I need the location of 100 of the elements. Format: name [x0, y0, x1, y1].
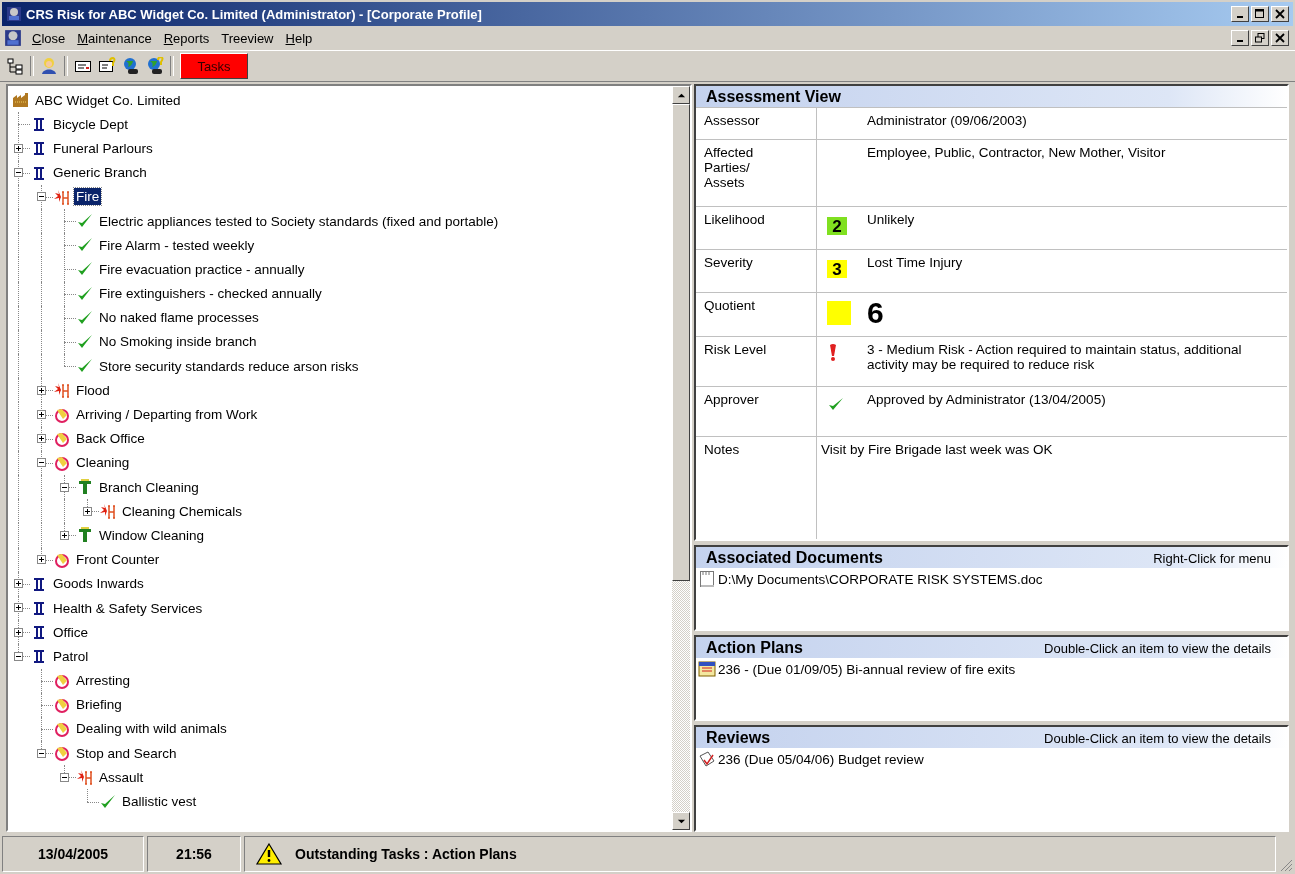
tree-item[interactable]: Goods Inwards [51, 575, 146, 593]
list-item[interactable]: 236 - (Due 01/09/05) Bi-annual review of fire exits [718, 661, 1016, 677]
minimize-button[interactable] [1231, 6, 1249, 22]
expander-button[interactable] [60, 772, 69, 782]
tree-item[interactable]: Bicycle Dept [51, 115, 131, 133]
minimize-button[interactable] [1231, 30, 1249, 46]
list-item[interactable]: D:\My Documents\CORPORATE RISK SYSTEMS.doc [718, 571, 1043, 587]
field-value: Lost Time Injury [867, 255, 963, 270]
expander-button[interactable] [14, 143, 23, 153]
close-icon [1275, 33, 1285, 43]
status-message: Outstanding Tasks : Action Plans [295, 846, 517, 862]
menu-item[interactable]: Reports [157, 28, 216, 48]
tree-item[interactable]: Fire [74, 188, 102, 206]
tree-item[interactable]: Fire evacuation practice - annually [97, 260, 307, 278]
field-value: 3 - Medium Risk - Action required to maintain status, additional activity may be required to reduce risk [867, 342, 1242, 372]
globe-icon[interactable] [122, 57, 140, 75]
field-label: Affected Parties/ Assets [704, 145, 754, 190]
list-item[interactable]: 236 (Due 05/04/06) Budget review [718, 751, 924, 767]
tree-item[interactable]: No naked flame processes [97, 309, 261, 327]
factory-icon [12, 91, 30, 110]
tree-item[interactable]: Window Cleaning [97, 526, 207, 544]
tree-item[interactable]: Arresting [74, 672, 133, 690]
tree-item[interactable]: Front Counter [74, 551, 162, 569]
resize-grip-icon[interactable] [1279, 858, 1293, 872]
expander-button[interactable] [37, 192, 46, 202]
field-value: Visit by Fire Brigade last week was OK [821, 442, 1053, 457]
tag-circle-icon [53, 744, 71, 763]
panel-title: Reviews [706, 729, 771, 747]
field-label: Approver [704, 392, 759, 407]
calendar-icon [698, 660, 716, 678]
card-question-icon[interactable] [98, 57, 116, 75]
menu-item[interactable]: Maintenance [71, 28, 158, 48]
expander-button[interactable] [14, 603, 23, 613]
tree-item[interactable]: Store security standards reduce arson risks [97, 357, 361, 375]
hazard-icon [99, 502, 117, 521]
tree-item[interactable]: Fire Alarm - tested weekly [97, 236, 257, 254]
expander-button[interactable] [37, 555, 46, 565]
expander-button[interactable] [37, 458, 46, 468]
menu-item[interactable]: Close [26, 28, 72, 48]
document-icon [698, 570, 716, 588]
panel-title: Associated Documents [706, 549, 883, 567]
tree-item[interactable]: ABC Widget Co. Limited [33, 91, 183, 109]
scroll-down-button[interactable] [672, 812, 690, 830]
expander-button[interactable] [14, 168, 23, 178]
expander-button[interactable] [60, 482, 69, 492]
hazard-icon [53, 381, 71, 400]
tasks-button[interactable]: Tasks [180, 53, 248, 79]
restore-button[interactable] [1251, 30, 1269, 46]
scroll-thumb[interactable] [672, 104, 690, 581]
warning-icon [255, 843, 283, 865]
expander-button[interactable] [37, 748, 46, 758]
expander-button[interactable] [37, 409, 46, 419]
person-icon[interactable] [40, 57, 58, 75]
globe-question-icon[interactable] [146, 57, 164, 75]
tree-item[interactable]: Assault [97, 768, 146, 786]
window-title: CRS Risk for ABC Widget Co. Limited (Administrator) - [Corporate Profile] [26, 6, 483, 22]
scroll-up-button[interactable] [672, 86, 690, 104]
tree-item[interactable]: Arriving / Departing from Work [74, 406, 260, 424]
menu-item[interactable]: Help [279, 28, 319, 48]
expander-button[interactable] [60, 530, 69, 540]
tree-item[interactable]: No Smoking inside branch [97, 333, 259, 351]
maximize-icon [1255, 9, 1265, 19]
close-button[interactable] [1271, 6, 1289, 22]
tree-item[interactable]: Patrol [51, 647, 91, 665]
expander-button[interactable] [83, 506, 92, 516]
panel-title: Assessment View [706, 88, 841, 106]
app-icon [6, 6, 22, 22]
panel-hint: Right-Click for menu [1153, 551, 1271, 566]
field-label: Notes [704, 442, 740, 457]
tree-item[interactable]: Fire extinguishers - checked annually [97, 285, 324, 303]
tree-item[interactable]: Briefing [74, 696, 124, 714]
expander-button[interactable] [14, 651, 23, 661]
tree-item[interactable]: Cleaning [74, 454, 132, 472]
expander-button[interactable] [37, 434, 46, 444]
tree-item[interactable]: Stop and Search [74, 744, 179, 762]
field-value: Employee, Public, Contractor, New Mother, Visitor [867, 145, 1166, 160]
tree-icon[interactable] [6, 57, 24, 75]
status-date: 13/04/2005 [2, 836, 144, 872]
field-value: Approved by Administrator (13/04/2005) [867, 392, 1106, 407]
tree-item[interactable]: Cleaning Chemicals [120, 502, 245, 520]
tree-item[interactable]: Generic Branch [51, 164, 149, 182]
tree-item[interactable]: Branch Cleaning [97, 478, 201, 496]
tree-item[interactable]: Ballistic vest [120, 793, 199, 811]
tree-item[interactable]: Health & Safety Services [51, 599, 205, 617]
field-value: 6 [867, 296, 884, 329]
expander-button[interactable] [37, 385, 46, 395]
menu-item[interactable]: Treeview [215, 28, 280, 48]
expander-button[interactable] [14, 579, 23, 589]
tree-item[interactable]: Funeral Parlours [51, 139, 155, 157]
close-button[interactable] [1271, 30, 1289, 46]
field-value: Administrator (09/06/2003) [867, 113, 1027, 128]
tree-item[interactable]: Dealing with wild animals [74, 720, 229, 738]
maximize-button[interactable] [1251, 6, 1269, 22]
app-icon[interactable] [4, 29, 22, 47]
tree-item[interactable]: Flood [74, 381, 112, 399]
minimize-icon [1237, 40, 1243, 42]
expander-button[interactable] [14, 627, 23, 637]
tree-item[interactable]: Back Office [74, 430, 147, 448]
tree-item[interactable]: Electric appliances tested to Society standards (fixed and portable) [97, 212, 501, 230]
tree-item[interactable]: Office [51, 623, 90, 641]
